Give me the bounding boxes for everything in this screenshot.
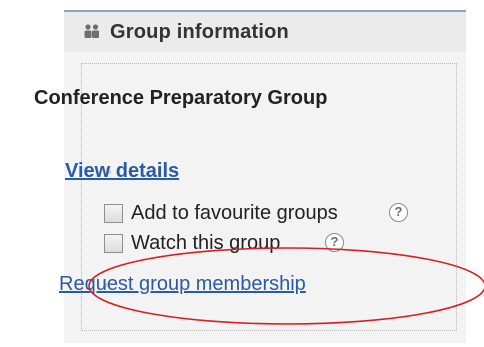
add-favourite-label[interactable]: Add to favourite groups: [131, 202, 338, 225]
favourite-help-icon[interactable]: ?: [389, 203, 408, 222]
group-name: Conference Preparatory Group: [34, 87, 328, 109]
panel-header: Group information: [64, 10, 466, 52]
request-membership-link[interactable]: Request group membership: [59, 273, 306, 296]
group-icon: [83, 22, 101, 40]
view-details-link[interactable]: View details: [65, 160, 179, 183]
add-favourite-checkbox[interactable]: [104, 204, 123, 223]
watch-group-label[interactable]: Watch this group: [131, 232, 280, 255]
watch-help-icon[interactable]: ?: [325, 233, 344, 252]
screenshot-stage: Group information Conference Preparatory…: [0, 0, 484, 347]
panel-title: Group information: [110, 21, 289, 43]
watch-group-checkbox[interactable]: [104, 234, 123, 253]
